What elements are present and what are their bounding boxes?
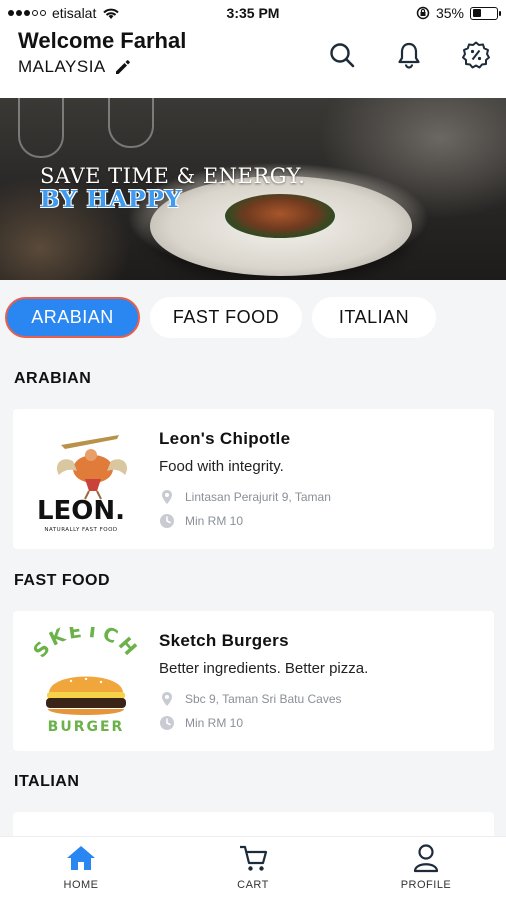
- clock-icon: [160, 716, 174, 730]
- section-title-fast-food: FAST FOOD: [14, 572, 111, 589]
- sketch-logo-subtext: BURGER: [48, 719, 125, 735]
- tab-profile[interactable]: PROFILE: [376, 843, 476, 891]
- orientation-lock-icon: [416, 6, 430, 20]
- battery-icon: [470, 6, 501, 20]
- welcome-title: Welcome Farhal: [18, 28, 187, 53]
- restaurant-address-row: Lintasan Perajurit 9, Taman: [159, 489, 331, 505]
- restaurant-card-sketch[interactable]: SKETCH BURGER Sketch Burgers Better ingr…: [13, 611, 494, 751]
- restaurant-name: Leon's Chipotle: [159, 429, 291, 448]
- sketch-logo-wordmark: SKETCH: [31, 627, 141, 662]
- promo-banner[interactable]: SAVE TIME & ENERGY. BY HAPPY: [0, 98, 506, 280]
- search-icon[interactable]: [327, 40, 357, 70]
- restaurant-min-order: Min RM 10: [185, 716, 244, 730]
- location-pin-icon: [162, 490, 172, 504]
- food-image: [225, 194, 335, 238]
- battery-percent: 35%: [435, 5, 464, 21]
- status-right: 35%: [416, 5, 501, 21]
- banner-headline: SAVE TIME & ENERGY.: [40, 164, 306, 188]
- category-tab-arabian[interactable]: ARABIAN: [5, 297, 140, 338]
- tab-profile-label: PROFILE: [400, 879, 452, 891]
- cart-icon: [240, 845, 268, 871]
- category-tab-italian[interactable]: ITALIAN: [312, 297, 436, 338]
- sketch-logo-image: SKETCH BURGER: [29, 620, 141, 735]
- bottom-tab-bar: HOME CART PROFILE: [0, 836, 506, 900]
- profile-icon: [413, 844, 439, 873]
- location-pin-icon: [162, 692, 172, 706]
- wine-glass-image: [18, 98, 64, 158]
- leon-logo-image: LEON. NATURALLY FAST FOOD: [37, 435, 128, 533]
- restaurant-address: Sbc 9, Taman Sri Batu Caves: [185, 692, 342, 706]
- discount-icon[interactable]: [461, 40, 491, 70]
- app-header: Welcome Farhal MALAYSIA: [0, 26, 506, 98]
- home-icon: [67, 846, 95, 870]
- restaurant-min-order-row: Min RM 10: [159, 513, 243, 529]
- restaurant-min-order: Min RM 10: [185, 514, 244, 528]
- tab-cart[interactable]: CART: [203, 843, 303, 891]
- restaurant-name: Sketch Burgers: [159, 631, 289, 650]
- battery-fill: [472, 9, 481, 17]
- leon-logo-wordmark: LEON.: [37, 496, 125, 526]
- restaurant-tagline: Food with integrity.: [159, 458, 284, 475]
- restaurant-logo-sketch: SKETCH BURGER: [29, 620, 141, 737]
- section-title-arabian: ARABIAN: [14, 370, 92, 387]
- restaurant-tagline: Better ingredients. Better pizza.: [159, 660, 369, 677]
- tab-cart-label: CART: [237, 879, 269, 891]
- leon-logo-subtext: NATURALLY FAST FOOD: [44, 527, 117, 533]
- restaurant-card-leons[interactable]: LEON. NATURALLY FAST FOOD Leon's Chipotl…: [13, 409, 494, 549]
- restaurant-address: Lintasan Perajurit 9, Taman: [185, 490, 331, 504]
- category-tab-fast-food[interactable]: FAST FOOD: [150, 297, 302, 338]
- location-label: MALAYSIA: [18, 57, 106, 76]
- category-tabs: ARABIAN FAST FOOD ITALIAN: [5, 297, 436, 338]
- status-bar: etisalat 3:35 PM 35%: [0, 0, 506, 26]
- tab-home[interactable]: HOME: [31, 843, 131, 891]
- banner-brand: BY HAPPY: [40, 186, 183, 213]
- tab-home-label: HOME: [63, 879, 99, 891]
- location-row[interactable]: MALAYSIA: [18, 57, 132, 77]
- wine-glass-image: [108, 98, 154, 148]
- restaurant-logo-leon: LEON. NATURALLY FAST FOOD: [31, 425, 141, 535]
- clock-icon: [160, 514, 174, 528]
- restaurant-address-row: Sbc 9, Taman Sri Batu Caves: [159, 691, 342, 707]
- edit-icon[interactable]: [114, 58, 132, 76]
- bell-icon[interactable]: [394, 40, 424, 70]
- restaurant-min-order-row: Min RM 10: [159, 715, 243, 731]
- section-title-italian: ITALIAN: [14, 773, 80, 790]
